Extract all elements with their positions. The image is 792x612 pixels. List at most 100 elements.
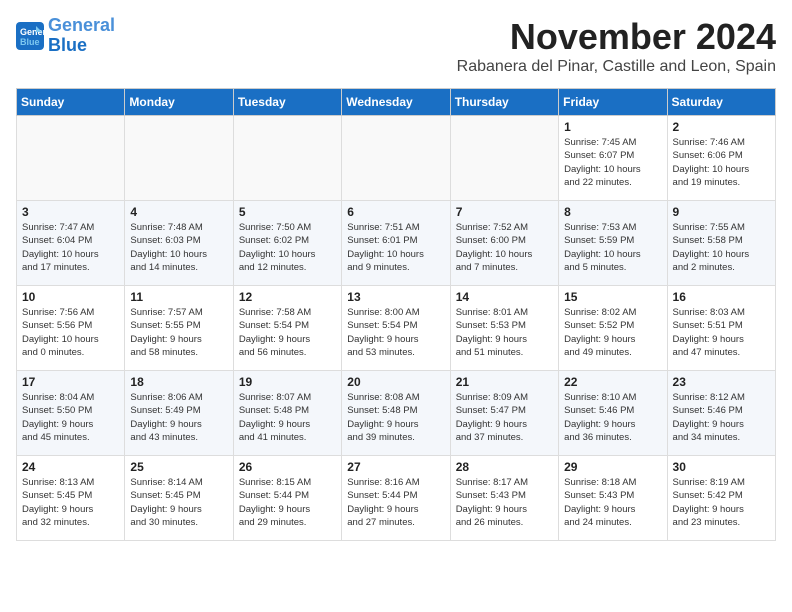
day-info: Sunrise: 8:01 AM Sunset: 5:53 PM Dayligh…: [456, 306, 553, 359]
day-number: 30: [673, 460, 770, 474]
logo: General Blue General Blue: [16, 16, 115, 56]
day-info: Sunrise: 8:09 AM Sunset: 5:47 PM Dayligh…: [456, 391, 553, 444]
day-cell: 24 Sunrise: 8:13 AM Sunset: 5:45 PM Dayli…: [17, 456, 125, 541]
day-cell: 23Sunrise: 8:12 AM Sunset: 5:46 PM Dayli…: [667, 371, 775, 456]
day-info: Sunrise: 8:04 AM Sunset: 5:50 PM Dayligh…: [22, 391, 119, 444]
day-number: 11: [130, 290, 227, 304]
day-cell: 2 Sunrise: 7:46 AM Sunset: 6:06 PM Daylig…: [667, 116, 775, 201]
week-row-5: 24 Sunrise: 8:13 AM Sunset: 5:45 PM Dayli…: [17, 456, 776, 541]
day-cell: 1Sunrise: 7:45 AM Sunset: 6:07 PM Daylig…: [559, 116, 667, 201]
day-number: 20: [347, 375, 444, 389]
svg-text:Blue: Blue: [20, 37, 40, 47]
day-cell: 30Sunrise: 8:19 AM Sunset: 5:42 PM Dayli…: [667, 456, 775, 541]
day-info: Sunrise: 8:15 AM Sunset: 5:44 PM Dayligh…: [239, 476, 336, 529]
day-cell: 26 Sunrise: 8:15 AM Sunset: 5:44 PM Dayli…: [233, 456, 341, 541]
day-number: 24: [22, 460, 119, 474]
day-number: 18: [130, 375, 227, 389]
week-row-1: 1Sunrise: 7:45 AM Sunset: 6:07 PM Daylig…: [17, 116, 776, 201]
day-cell: 12Sunrise: 7:58 AM Sunset: 5:54 PM Dayli…: [233, 286, 341, 371]
day-number: 29: [564, 460, 661, 474]
day-info: Sunrise: 7:48 AM Sunset: 6:03 PM Dayligh…: [130, 221, 227, 274]
day-cell: 6 Sunrise: 7:51 AM Sunset: 6:01 PM Daylig…: [342, 201, 450, 286]
day-cell: [233, 116, 341, 201]
day-cell: 19 Sunrise: 8:07 AM Sunset: 5:48 PM Dayli…: [233, 371, 341, 456]
day-number: 4: [130, 205, 227, 219]
day-cell: 15 Sunrise: 8:02 AM Sunset: 5:52 PM Dayli…: [559, 286, 667, 371]
day-cell: 18 Sunrise: 8:06 AM Sunset: 5:49 PM Dayli…: [125, 371, 233, 456]
day-cell: 28Sunrise: 8:17 AM Sunset: 5:43 PM Dayli…: [450, 456, 558, 541]
day-cell: 8Sunrise: 7:53 AM Sunset: 5:59 PM Daylig…: [559, 201, 667, 286]
day-info: Sunrise: 7:53 AM Sunset: 5:59 PM Dayligh…: [564, 221, 661, 274]
day-info: Sunrise: 7:55 AM Sunset: 5:58 PM Dayligh…: [673, 221, 770, 274]
location-title: Rabanera del Pinar, Castille and Leon, S…: [457, 58, 776, 76]
day-number: 21: [456, 375, 553, 389]
day-number: 17: [22, 375, 119, 389]
day-info: Sunrise: 7:46 AM Sunset: 6:06 PM Dayligh…: [673, 136, 770, 189]
day-info: Sunrise: 7:57 AM Sunset: 5:55 PM Dayligh…: [130, 306, 227, 359]
day-cell: [125, 116, 233, 201]
day-number: 25: [130, 460, 227, 474]
day-info: Sunrise: 7:51 AM Sunset: 6:01 PM Dayligh…: [347, 221, 444, 274]
day-cell: 5Sunrise: 7:50 AM Sunset: 6:02 PM Daylig…: [233, 201, 341, 286]
weekday-header-row: SundayMondayTuesdayWednesdayThursdayFrid…: [17, 89, 776, 116]
day-number: 12: [239, 290, 336, 304]
day-info: Sunrise: 8:07 AM Sunset: 5:48 PM Dayligh…: [239, 391, 336, 444]
logo-general: General: [48, 15, 115, 35]
day-cell: 20 Sunrise: 8:08 AM Sunset: 5:48 PM Dayli…: [342, 371, 450, 456]
week-row-4: 17 Sunrise: 8:04 AM Sunset: 5:50 PM Dayli…: [17, 371, 776, 456]
day-info: Sunrise: 8:00 AM Sunset: 5:54 PM Dayligh…: [347, 306, 444, 359]
day-number: 3: [22, 205, 119, 219]
weekday-header-monday: Monday: [125, 89, 233, 116]
day-info: Sunrise: 7:50 AM Sunset: 6:02 PM Dayligh…: [239, 221, 336, 274]
day-number: 23: [673, 375, 770, 389]
day-info: Sunrise: 8:08 AM Sunset: 5:48 PM Dayligh…: [347, 391, 444, 444]
day-info: Sunrise: 8:10 AM Sunset: 5:46 PM Dayligh…: [564, 391, 661, 444]
day-number: 22: [564, 375, 661, 389]
weekday-header-sunday: Sunday: [17, 89, 125, 116]
logo-icon: General Blue: [16, 22, 44, 50]
day-info: Sunrise: 7:56 AM Sunset: 5:56 PM Dayligh…: [22, 306, 119, 359]
week-row-3: 10Sunrise: 7:56 AM Sunset: 5:56 PM Dayli…: [17, 286, 776, 371]
weekday-header-thursday: Thursday: [450, 89, 558, 116]
day-cell: 4 Sunrise: 7:48 AM Sunset: 6:03 PM Daylig…: [125, 201, 233, 286]
day-cell: 7Sunrise: 7:52 AM Sunset: 6:00 PM Daylig…: [450, 201, 558, 286]
day-number: 1: [564, 120, 661, 134]
day-number: 15: [564, 290, 661, 304]
day-info: Sunrise: 7:47 AM Sunset: 6:04 PM Dayligh…: [22, 221, 119, 274]
day-cell: [17, 116, 125, 201]
day-cell: 16Sunrise: 8:03 AM Sunset: 5:51 PM Dayli…: [667, 286, 775, 371]
day-info: Sunrise: 7:52 AM Sunset: 6:00 PM Dayligh…: [456, 221, 553, 274]
week-row-2: 3 Sunrise: 7:47 AM Sunset: 6:04 PM Daylig…: [17, 201, 776, 286]
day-info: Sunrise: 8:03 AM Sunset: 5:51 PM Dayligh…: [673, 306, 770, 359]
day-number: 2: [673, 120, 770, 134]
day-info: Sunrise: 8:02 AM Sunset: 5:52 PM Dayligh…: [564, 306, 661, 359]
month-title: November 2024: [457, 16, 776, 58]
day-number: 6: [347, 205, 444, 219]
day-cell: 29Sunrise: 8:18 AM Sunset: 5:43 PM Dayli…: [559, 456, 667, 541]
weekday-header-saturday: Saturday: [667, 89, 775, 116]
day-number: 19: [239, 375, 336, 389]
day-cell: [450, 116, 558, 201]
day-info: Sunrise: 8:13 AM Sunset: 5:45 PM Dayligh…: [22, 476, 119, 529]
title-section: November 2024 Rabanera del Pinar, Castil…: [457, 16, 776, 76]
day-cell: 14 Sunrise: 8:01 AM Sunset: 5:53 PM Dayli…: [450, 286, 558, 371]
day-cell: 27 Sunrise: 8:16 AM Sunset: 5:44 PM Dayli…: [342, 456, 450, 541]
calendar-table: SundayMondayTuesdayWednesdayThursdayFrid…: [16, 88, 776, 541]
logo-text: General Blue: [48, 16, 115, 56]
day-cell: 10Sunrise: 7:56 AM Sunset: 5:56 PM Dayli…: [17, 286, 125, 371]
day-cell: 13 Sunrise: 8:00 AM Sunset: 5:54 PM Dayli…: [342, 286, 450, 371]
day-cell: 25 Sunrise: 8:14 AM Sunset: 5:45 PM Dayli…: [125, 456, 233, 541]
day-cell: 11 Sunrise: 7:57 AM Sunset: 5:55 PM Dayli…: [125, 286, 233, 371]
day-number: 27: [347, 460, 444, 474]
day-number: 28: [456, 460, 553, 474]
day-cell: [342, 116, 450, 201]
day-info: Sunrise: 8:16 AM Sunset: 5:44 PM Dayligh…: [347, 476, 444, 529]
day-number: 14: [456, 290, 553, 304]
day-cell: 3 Sunrise: 7:47 AM Sunset: 6:04 PM Daylig…: [17, 201, 125, 286]
weekday-header-friday: Friday: [559, 89, 667, 116]
day-number: 13: [347, 290, 444, 304]
day-info: Sunrise: 8:06 AM Sunset: 5:49 PM Dayligh…: [130, 391, 227, 444]
weekday-header-wednesday: Wednesday: [342, 89, 450, 116]
day-info: Sunrise: 8:14 AM Sunset: 5:45 PM Dayligh…: [130, 476, 227, 529]
day-number: 26: [239, 460, 336, 474]
